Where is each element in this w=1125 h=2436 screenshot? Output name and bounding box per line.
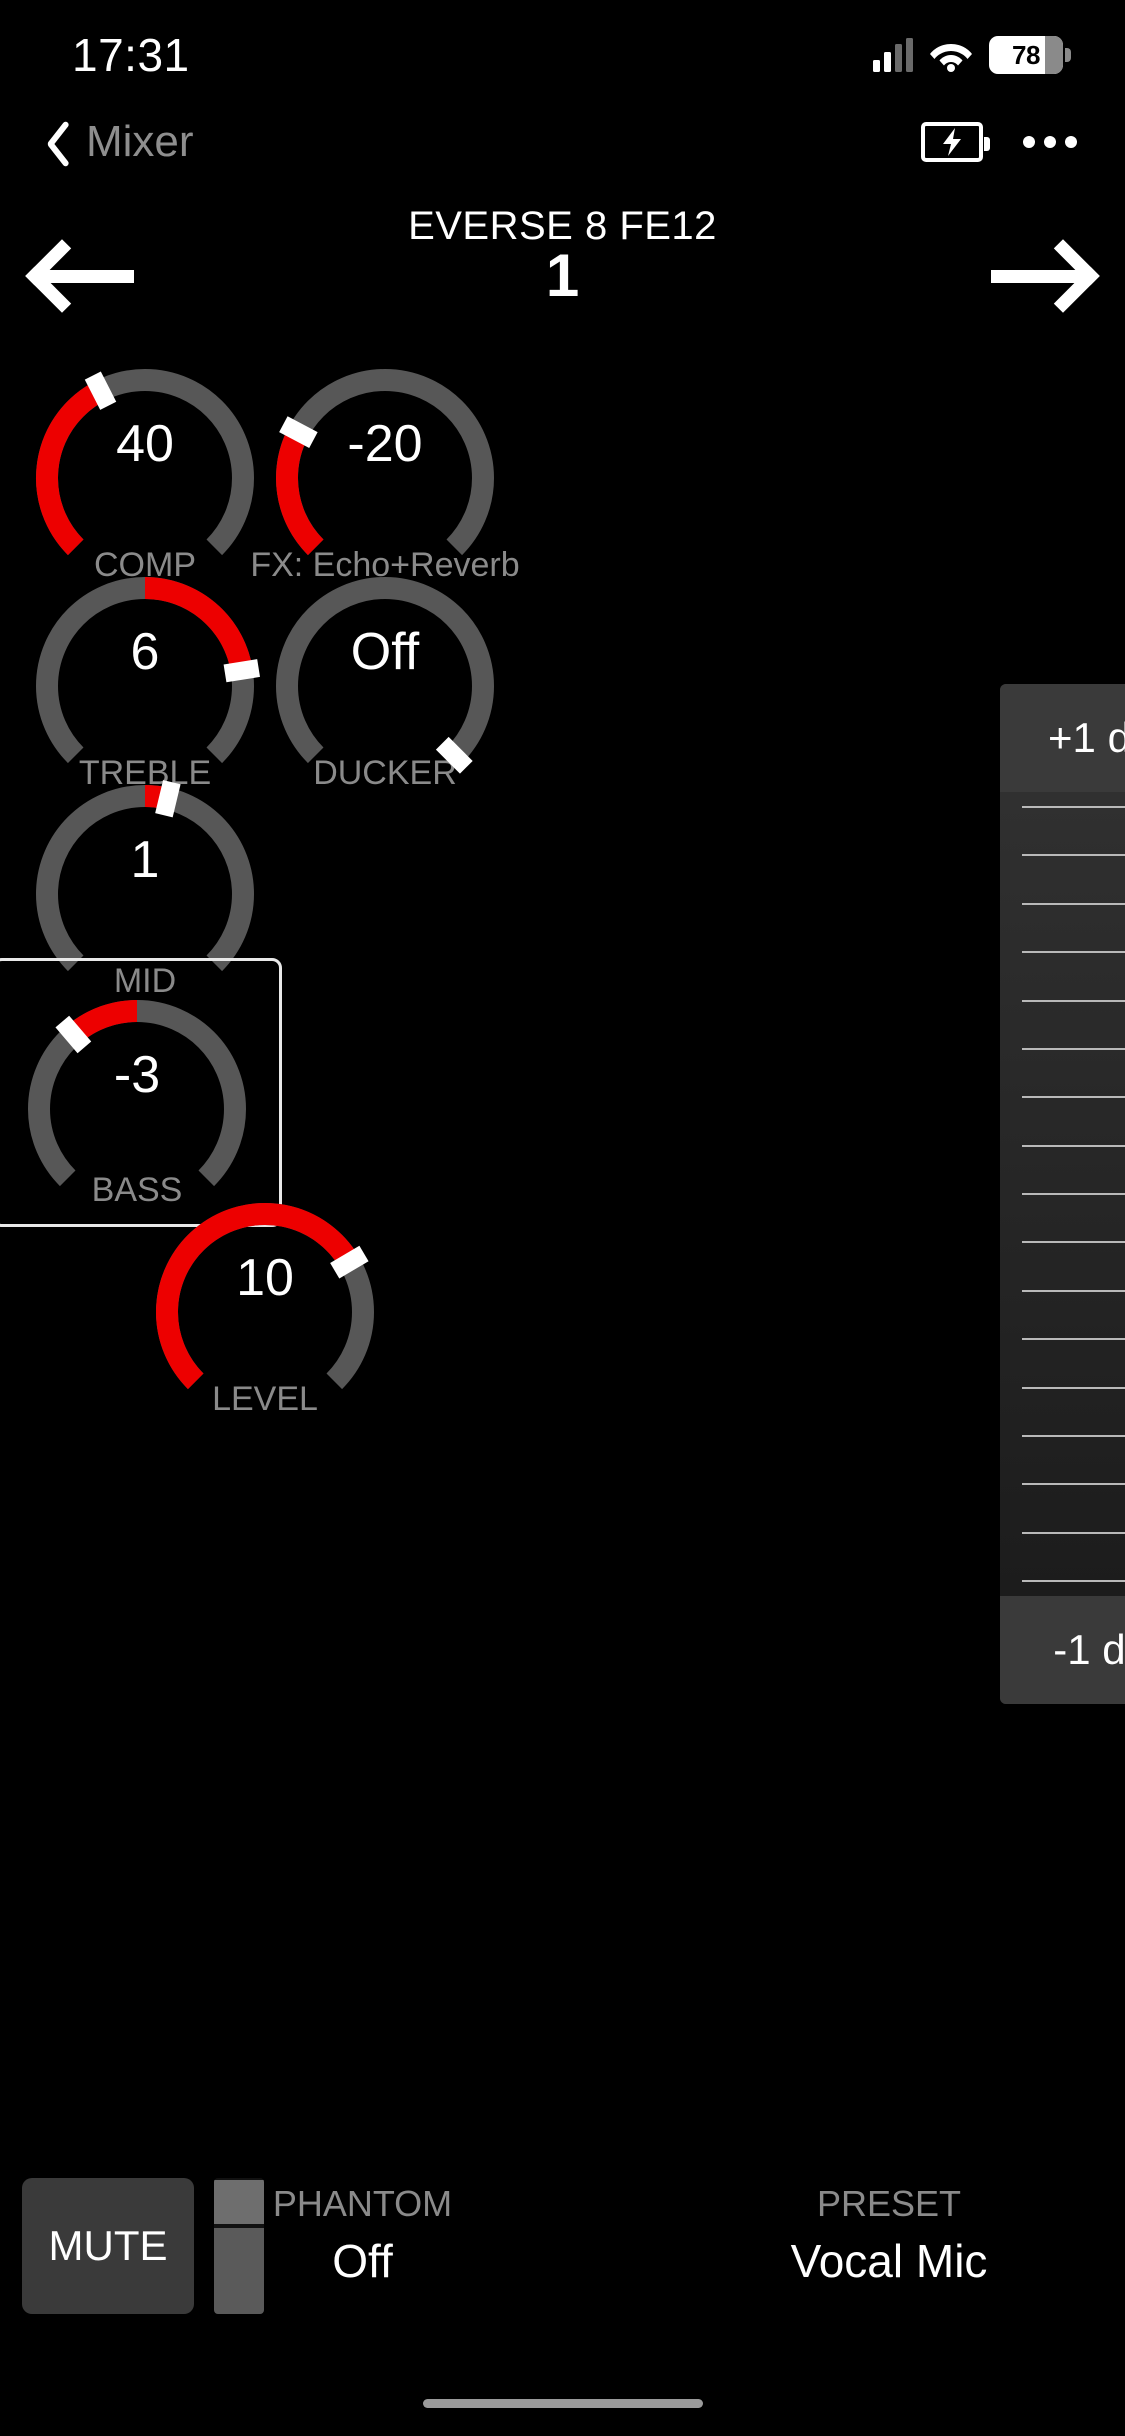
db-tick xyxy=(1022,1047,1125,1050)
channel-selector: 1 xyxy=(0,206,1125,346)
phantom-control[interactable]: PHANTOM Off xyxy=(190,2178,535,2292)
db-tick xyxy=(1022,1483,1125,1486)
db-decrease-button[interactable]: -1 dB xyxy=(1000,1596,1125,1704)
knob-value: -20 xyxy=(347,415,423,473)
preset-value: Vocal Mic xyxy=(790,2235,988,2287)
knob-dial[interactable]: 1 xyxy=(15,764,275,972)
db-fader-panel: +1 dB -1 dB xyxy=(1000,684,1125,1704)
arrow-left-icon[interactable] xyxy=(25,236,142,316)
db-tick xyxy=(1022,951,1125,954)
knob-dial[interactable]: 6 xyxy=(15,556,275,764)
db-tick xyxy=(1022,1386,1125,1389)
back-label: Mixer xyxy=(86,117,194,166)
battery-percent: 78 xyxy=(1012,39,1040,70)
knob-value: 1 xyxy=(130,831,160,889)
arrow-right-icon[interactable] xyxy=(983,236,1100,316)
home-indicator xyxy=(422,2399,703,2408)
knob-level[interactable]: 10 LEVEL xyxy=(120,1182,410,1419)
db-increase-button[interactable]: +1 dB xyxy=(1000,684,1125,792)
db-tick xyxy=(1022,902,1125,905)
knob-dial[interactable]: 10 xyxy=(135,1182,395,1390)
db-tick xyxy=(1022,1241,1125,1244)
db-tick xyxy=(1022,1434,1125,1437)
back-button[interactable]: Mixer xyxy=(0,116,194,168)
db-fader-track[interactable] xyxy=(1000,792,1125,1596)
knob-value: Off xyxy=(350,623,420,681)
knob-grid: 40 COMP -20 FX: Echo+Reverb 6 TREBLE Off DUCKER… xyxy=(0,348,1000,1418)
signal-bars-icon xyxy=(873,38,913,72)
phantom-value: Off xyxy=(332,2235,393,2287)
knob-dial[interactable]: 40 xyxy=(15,348,275,556)
knob-value: 40 xyxy=(116,415,174,473)
db-tick xyxy=(1022,1289,1125,1292)
preset-control[interactable]: PRESET Vocal Mic xyxy=(679,2178,1099,2292)
db-tick xyxy=(1022,1531,1125,1534)
knob-dial[interactable]: -20 xyxy=(255,348,515,556)
bottom-bar: MUTE PHANTOM Off PRESET Vocal Mic xyxy=(0,2162,1125,2332)
battery-charging-icon xyxy=(921,122,990,162)
knob-dial[interactable]: -3 xyxy=(7,979,267,1187)
battery-icon: 78 xyxy=(989,36,1071,74)
channel-number: 1 xyxy=(545,242,580,309)
db-tick xyxy=(1022,1144,1125,1147)
nav-actions xyxy=(921,122,1125,162)
db-tick xyxy=(1022,806,1125,808)
db-tick xyxy=(1022,1580,1125,1582)
knob-value: 10 xyxy=(236,1249,294,1307)
navigation-bar: Mixer xyxy=(0,96,1125,188)
status-bar: 17:31 78 xyxy=(0,0,1125,110)
db-tick xyxy=(1022,1338,1125,1341)
knob-value: -3 xyxy=(113,1046,161,1104)
knob-ducker[interactable]: Off DUCKER xyxy=(240,556,530,793)
more-options-icon[interactable] xyxy=(1023,136,1077,148)
status-indicators: 78 xyxy=(873,36,1071,74)
chevron-left-icon xyxy=(34,116,64,168)
phantom-label: PHANTOM xyxy=(272,2183,453,2224)
knob-value: 6 xyxy=(130,623,160,681)
db-tick xyxy=(1022,1193,1125,1195)
db-tick xyxy=(1022,854,1125,857)
mute-button[interactable]: MUTE xyxy=(22,2178,194,2314)
knob-dial[interactable]: Off xyxy=(255,556,515,774)
preset-label: PRESET xyxy=(816,2183,962,2224)
db-tick xyxy=(1022,999,1125,1002)
status-time: 17:31 xyxy=(72,29,190,81)
db-tick xyxy=(1022,1096,1125,1099)
knob-fx[interactable]: -20 FX: Echo+Reverb xyxy=(240,348,530,585)
wifi-icon xyxy=(929,38,973,72)
